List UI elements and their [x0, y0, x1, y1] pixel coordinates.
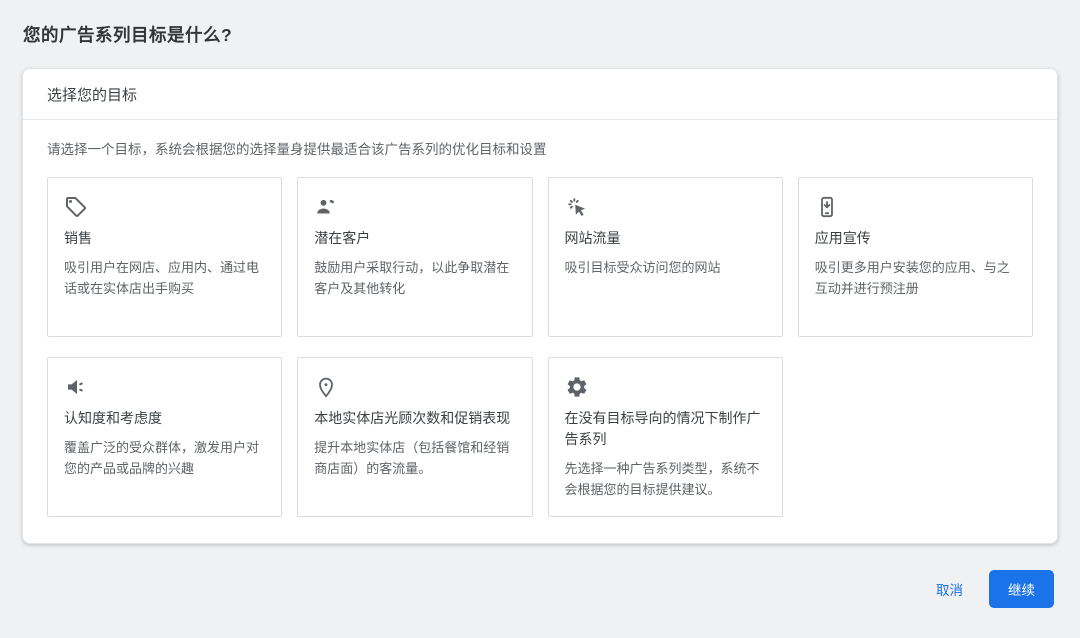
panel-subtitle: 请选择一个目标，系统会根据您的选择量身提供最适合该广告系列的优化目标和设置	[47, 142, 547, 157]
goal-title: 潜在客户	[314, 230, 371, 246]
gear-icon	[565, 375, 589, 399]
goal-title: 应用宣传	[814, 230, 871, 246]
goal-description: 先选择一种广告系列类型，系统不会根据您的目标提供建议。	[564, 461, 760, 497]
sell-tag-icon	[64, 195, 88, 219]
goal-card-local-store-visits[interactable]: 本地实体店光顾次数和促销表现 提升本地实体店（包括餐馆和经销商店面）的客流量。	[297, 357, 533, 517]
goal-title: 认知度和考虑度	[64, 410, 162, 426]
goal-description: 吸引目标受众访问您的网站	[564, 260, 721, 275]
goal-card-leads[interactable]: 潜在客户 鼓励用户采取行动，以此争取潜在客户及其他转化	[297, 177, 533, 337]
leads-person-icon	[314, 195, 338, 219]
cancel-button[interactable]: 取消	[920, 571, 979, 607]
ads-click-icon	[565, 195, 589, 219]
goal-description: 提升本地实体店（包括餐馆和经销商店面）的客流量。	[314, 440, 510, 476]
page-title: 您的广告系列目标是什么?	[23, 25, 233, 45]
goal-description: 吸引用户在网店、应用内、通过电话或在实体店出手购买	[64, 260, 260, 296]
panel-header: 选择您的目标	[23, 69, 1057, 120]
panel-body: 请选择一个目标，系统会根据您的选择量身提供最适合该广告系列的优化目标和设置 销售…	[23, 120, 1057, 543]
goal-description: 吸引更多用户安装您的应用、与之互动并进行预注册	[814, 260, 1010, 296]
location-pin-icon	[314, 375, 338, 399]
goal-card-awareness[interactable]: 认知度和考虑度 覆盖广泛的受众群体，激发用户对您的产品或品牌的兴趣	[47, 357, 283, 517]
goal-title: 网站流量	[564, 230, 621, 246]
goal-description: 覆盖广泛的受众群体，激发用户对您的产品或品牌的兴趣	[64, 440, 260, 476]
continue-button[interactable]: 继续	[989, 570, 1054, 608]
goal-title: 销售	[64, 230, 92, 246]
install-mobile-icon	[815, 195, 839, 219]
goal-card-website-traffic[interactable]: 网站流量 吸引目标受众访问您的网站	[547, 177, 783, 337]
goal-title: 在没有目标导向的情况下制作广告系列	[564, 410, 761, 447]
goal-grid: 销售 吸引用户在网店、应用内、通过电话或在实体店出手购买 潜在客户 鼓励用户采取…	[47, 177, 1033, 517]
campaign-speaker-icon	[64, 375, 88, 399]
goal-selection-panel: 选择您的目标 请选择一个目标，系统会根据您的选择量身提供最适合该广告系列的优化目…	[22, 68, 1058, 544]
footer-actions: 取消 继续	[22, 570, 1058, 608]
goal-description: 鼓励用户采取行动，以此争取潜在客户及其他转化	[314, 260, 510, 296]
goal-card-sales[interactable]: 销售 吸引用户在网店、应用内、通过电话或在实体店出手购买	[47, 177, 283, 337]
goal-card-no-goal-guidance[interactable]: 在没有目标导向的情况下制作广告系列 先选择一种广告系列类型，系统不会根据您的目标…	[547, 357, 783, 517]
goal-title: 本地实体店光顾次数和促销表现	[314, 410, 511, 426]
goal-card-app-promotion[interactable]: 应用宣传 吸引更多用户安装您的应用、与之互动并进行预注册	[797, 177, 1033, 337]
